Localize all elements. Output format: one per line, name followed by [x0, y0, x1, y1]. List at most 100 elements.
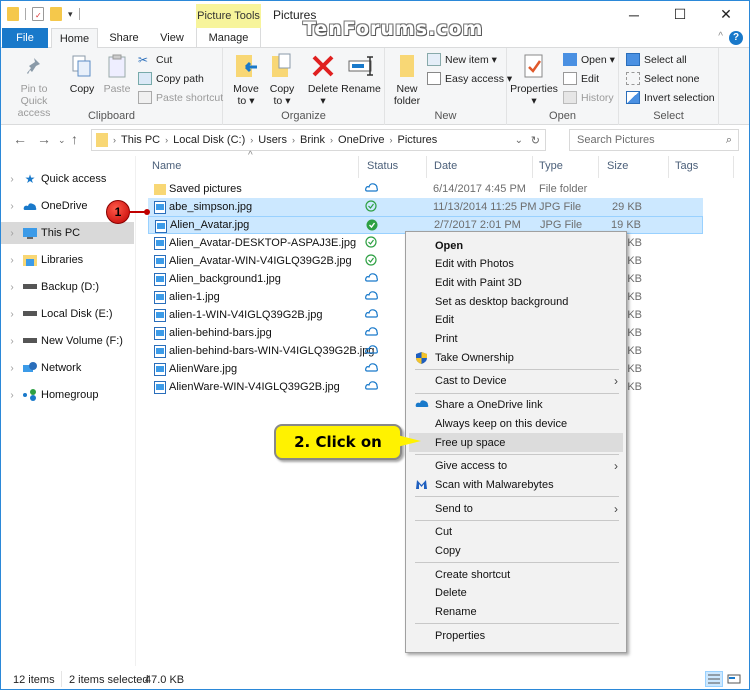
- column-header-date[interactable]: Date: [434, 160, 457, 172]
- open-button[interactable]: Open ▾: [563, 53, 615, 66]
- move-to-button[interactable]: Move to ▾: [229, 52, 263, 107]
- menu-item-delete[interactable]: Delete: [409, 584, 623, 603]
- new-folder-button[interactable]: New folder: [391, 52, 423, 107]
- copy-path-button[interactable]: Copy path: [138, 72, 204, 85]
- folder-icon[interactable]: [7, 7, 19, 21]
- menu-item-always-keep-on-this-device[interactable]: Always keep on this device: [409, 414, 623, 433]
- menu-item-edit[interactable]: Edit: [409, 311, 623, 330]
- minimize-button[interactable]: ─: [611, 1, 657, 28]
- tab-manage[interactable]: Manage: [196, 28, 261, 48]
- close-button[interactable]: ✕: [703, 1, 749, 28]
- new-item-button[interactable]: New item ▾: [427, 53, 497, 66]
- menu-item-create-shortcut[interactable]: Create shortcut: [409, 565, 623, 584]
- expand-icon[interactable]: ›: [1, 309, 23, 320]
- maximize-button[interactable]: ☐: [657, 1, 703, 28]
- invert-selection-button[interactable]: Invert selection: [626, 91, 715, 104]
- search-input[interactable]: Search Pictures ⌕: [569, 129, 739, 151]
- divider: [78, 8, 80, 20]
- expand-icon[interactable]: ›: [1, 363, 23, 374]
- sidebar-item-quick-access[interactable]: › ★ Quick access: [1, 168, 134, 190]
- menu-item-rename[interactable]: Rename: [409, 603, 623, 622]
- breadcrumb-onedrive[interactable]: OneDrive: [338, 134, 384, 146]
- column-header-size[interactable]: Size: [607, 160, 628, 172]
- help-icon[interactable]: ?: [729, 31, 743, 45]
- menu-item-copy[interactable]: Copy: [409, 542, 623, 561]
- recent-locations-button[interactable]: ⌄: [58, 135, 66, 146]
- sidebar-item-homegroup[interactable]: › Homegroup: [1, 384, 134, 406]
- menu-item-share-a-onedrive-link[interactable]: Share a OneDrive link: [409, 396, 623, 415]
- sidebar-item-backup-d[interactable]: › Backup (D:): [1, 276, 134, 298]
- address-bar[interactable]: › This PC › Local Disk (C:) › Users › Br…: [91, 129, 546, 151]
- up-button[interactable]: ↑: [71, 131, 78, 147]
- forward-button[interactable]: →: [37, 131, 51, 147]
- tab-home[interactable]: Home: [51, 28, 98, 49]
- back-button[interactable]: ←: [13, 131, 27, 147]
- address-dropdown-icon[interactable]: ⌄: [515, 135, 523, 146]
- menu-item-send-to[interactable]: Send to ›: [409, 499, 623, 518]
- menu-item-give-access-to[interactable]: Give access to ›: [409, 457, 623, 476]
- breadcrumb-local-disk-c[interactable]: Local Disk (C:): [173, 134, 245, 146]
- tab-view[interactable]: View: [149, 28, 195, 48]
- expand-icon[interactable]: ›: [1, 174, 23, 185]
- menu-separator: [415, 623, 619, 625]
- menu-item-cut[interactable]: Cut: [409, 523, 623, 542]
- expand-icon[interactable]: ›: [1, 282, 23, 293]
- step-1-pointer-dot: [144, 209, 150, 215]
- copy-to-button[interactable]: Copy to ▾: [265, 52, 299, 107]
- menu-item-properties[interactable]: Properties: [409, 626, 623, 645]
- menu-item-edit-with-paint-3d[interactable]: Edit with Paint 3D: [409, 273, 623, 292]
- column-header-status[interactable]: Status: [367, 160, 398, 172]
- locally-available-status-icon: [365, 200, 377, 212]
- menu-item-edit-with-photos[interactable]: Edit with Photos: [409, 255, 623, 274]
- expand-icon[interactable]: ›: [1, 390, 23, 401]
- menu-item-free-up-space[interactable]: Free up space: [409, 433, 623, 452]
- breadcrumb-this-pc[interactable]: This PC: [121, 134, 160, 146]
- edit-button[interactable]: Edit: [563, 72, 599, 85]
- column-header-type[interactable]: Type: [539, 160, 563, 172]
- breadcrumb-users[interactable]: Users: [258, 134, 287, 146]
- history-button[interactable]: History: [563, 91, 614, 104]
- menu-item-take-ownership[interactable]: Take Ownership: [409, 348, 623, 367]
- customize-toolbar-icon[interactable]: ▾: [68, 9, 73, 20]
- select-all-button[interactable]: Select all: [626, 53, 687, 66]
- menu-item-print[interactable]: Print: [409, 330, 623, 349]
- file-name: Alien_Avatar-WIN-V4IGLQ39G2B.jpg: [169, 255, 352, 267]
- menu-item-set-as-desktop-background[interactable]: Set as desktop background: [409, 292, 623, 311]
- sidebar-item-local-disk-e[interactable]: › Local Disk (E:): [1, 303, 134, 325]
- breadcrumb-pictures[interactable]: Pictures: [398, 134, 438, 146]
- column-header-tags[interactable]: Tags: [675, 160, 698, 172]
- sidebar-item-this-pc[interactable]: › This PC: [1, 222, 134, 244]
- large-icons-view-button[interactable]: [725, 671, 743, 687]
- expand-icon[interactable]: ›: [1, 336, 23, 347]
- tab-share[interactable]: Share: [101, 28, 147, 48]
- sidebar-item-new-volume-f[interactable]: › New Volume (F:): [1, 330, 134, 352]
- properties-icon[interactable]: ✓: [32, 7, 44, 21]
- breadcrumb-brink[interactable]: Brink: [300, 134, 325, 146]
- expand-icon[interactable]: ›: [1, 255, 23, 266]
- refresh-icon[interactable]: ↻: [531, 134, 540, 147]
- file-row[interactable]: abe_simpson.jpg 11/13/2014 11:25 PM JPG Fi…: [148, 198, 703, 216]
- cut-button[interactable]: ✂ Cut: [138, 53, 172, 67]
- column-header-name[interactable]: Name: [152, 160, 181, 172]
- file-row[interactable]: Saved pictures 6/14/2017 4:45 PM File fold…: [148, 180, 703, 198]
- select-none-button[interactable]: Select none: [626, 72, 699, 85]
- easy-access-button[interactable]: Easy access ▾: [427, 72, 512, 85]
- paste-shortcut-button[interactable]: Paste shortcut: [138, 91, 223, 104]
- sidebar-item-libraries[interactable]: › Libraries: [1, 249, 134, 271]
- details-view-button[interactable]: [705, 671, 723, 687]
- expand-icon[interactable]: ›: [1, 201, 23, 212]
- properties-button[interactable]: Properties ▾: [510, 52, 558, 107]
- collapse-ribbon-icon[interactable]: ^: [718, 31, 723, 42]
- expand-icon[interactable]: ›: [1, 228, 23, 239]
- menu-item-open[interactable]: Open: [409, 236, 623, 255]
- tab-file[interactable]: File: [2, 28, 48, 48]
- sidebar-item-network[interactable]: › Network: [1, 357, 134, 379]
- delete-button[interactable]: Delete ▾: [306, 52, 340, 107]
- menu-item-scan-with-malwarebytes[interactable]: Scan with Malwarebytes: [409, 475, 623, 494]
- pin-to-quick-access-button[interactable]: Pin to Quick access: [6, 52, 62, 119]
- copy-button[interactable]: Copy: [67, 52, 97, 95]
- menu-item-cast-to-device[interactable]: Cast to Device ›: [409, 372, 623, 391]
- new-folder-icon[interactable]: [50, 7, 62, 21]
- paste-button[interactable]: Paste: [102, 52, 132, 95]
- rename-button[interactable]: Rename: [341, 52, 381, 95]
